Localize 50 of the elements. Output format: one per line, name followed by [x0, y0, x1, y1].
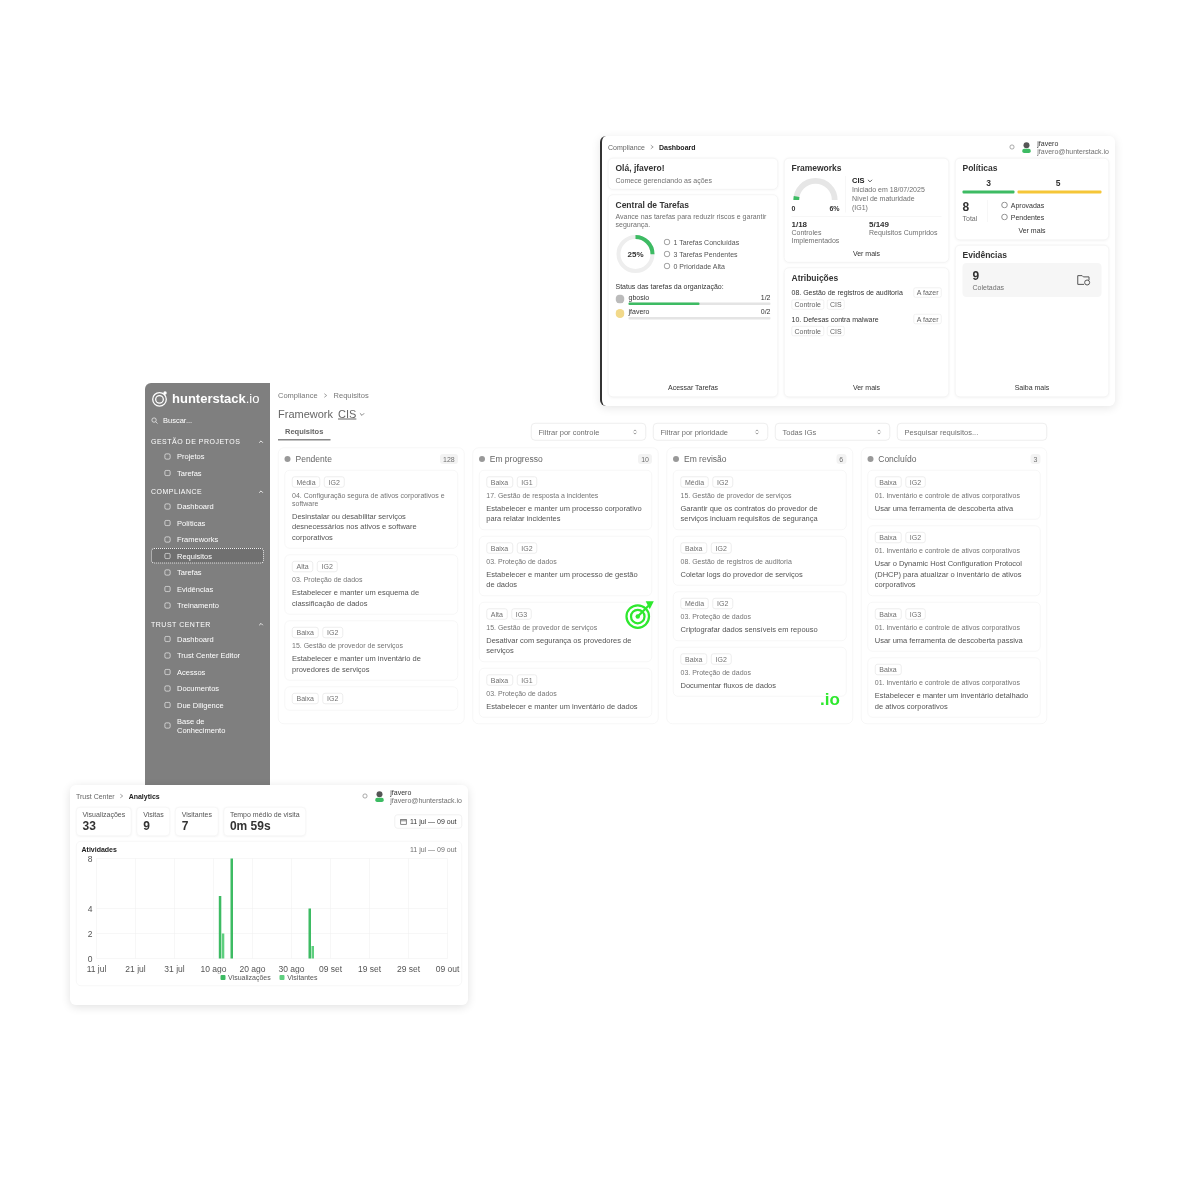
legend-swatch	[220, 975, 226, 980]
card-title: Atribuições	[791, 273, 840, 283]
evidence-count: 9	[972, 269, 981, 283]
greeting-title: Olá, jfavero!	[615, 163, 666, 174]
percent-label: 25%	[627, 250, 644, 258]
axis-label: 8	[87, 853, 93, 864]
card-title: Evidências	[962, 250, 1008, 261]
status-dot	[673, 456, 679, 462]
status-dot	[478, 456, 485, 462]
pending-count: 5	[1054, 178, 1062, 188]
metric-value: 5/149	[869, 219, 890, 229]
stat-value: 33	[82, 818, 96, 833]
maturity-gauge	[791, 176, 840, 203]
framework-dropdown[interactable]: CIS	[338, 407, 366, 421]
avatar[interactable]	[1020, 141, 1033, 153]
status-dot	[867, 456, 874, 462]
axis-label: 21 jul	[125, 963, 146, 974]
axis-label: 4	[87, 903, 93, 914]
stat-value: 0m 59s	[229, 818, 272, 833]
axis-label: 0	[87, 953, 93, 964]
card-title: Central de Tarefas	[615, 200, 691, 210]
card-title: Frameworks	[791, 163, 843, 174]
logo-text: hunterstack.io	[172, 390, 260, 407]
avatar[interactable]	[373, 790, 386, 802]
total-count: 8	[962, 200, 971, 214]
column-title: Concluído	[878, 454, 918, 464]
metric-value: 1/18	[791, 219, 809, 229]
column-title: Em progresso	[489, 454, 544, 464]
column-title: Em revisão	[684, 454, 728, 464]
approved-bar	[962, 190, 1015, 194]
column-title: Pendente	[295, 454, 333, 464]
axis-label: 19 set	[357, 963, 382, 974]
axis-label: 09 set	[318, 963, 343, 974]
legend-swatch	[279, 975, 285, 980]
page-title: Framework	[278, 407, 333, 421]
axis-label: 30 ago	[278, 963, 305, 974]
status-dot	[284, 456, 291, 462]
axis-label: 2	[87, 928, 93, 939]
stat-value: 7	[181, 818, 190, 833]
axis-label: 10 ago	[200, 963, 227, 974]
stat-value: 9	[143, 818, 151, 833]
target-icon	[625, 600, 655, 630]
progress-ring	[615, 234, 656, 274]
axis-label: 31 jul	[164, 963, 185, 974]
card-title: Políticas	[962, 163, 999, 174]
axis-label: 11 jul	[86, 963, 107, 974]
approved-count: 3	[985, 178, 992, 188]
axis-label: 29 set	[396, 963, 421, 974]
axis-label: 09 out	[435, 963, 460, 974]
axis-label: 20 ago	[239, 963, 266, 974]
